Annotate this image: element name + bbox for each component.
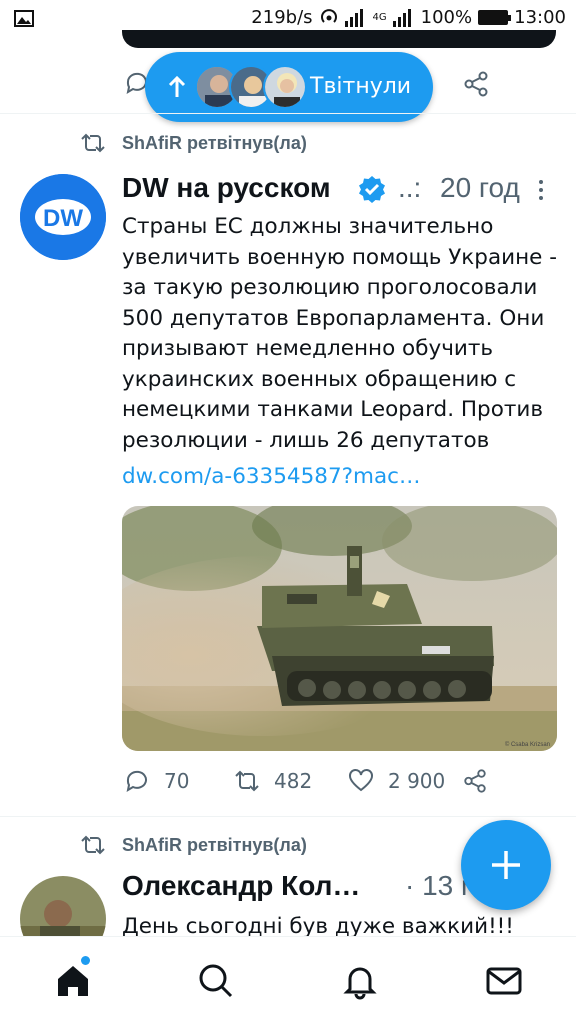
media-credit: © Csaba Krizsan	[505, 741, 550, 748]
author-name[interactable]: DW на русском	[122, 172, 331, 204]
verified-badge-icon	[359, 176, 385, 203]
home-unread-dot	[81, 956, 90, 965]
retweet-context-label[interactable]: ShAfiR ретвітнув(ла)	[122, 835, 307, 856]
tweet-text: День сьогодні був дуже важкий!!!	[122, 914, 514, 936]
image-notification-icon	[14, 10, 34, 27]
bottom-nav	[0, 936, 576, 1024]
tweet-text-line: увеличить военную помощь Украине -	[122, 244, 557, 270]
tweet-text-line: за такую резолюцию проголосовали	[122, 275, 538, 300]
network-speed: 219b/s	[251, 7, 313, 28]
hotspot-icon	[320, 8, 337, 23]
tweet-text-line: немецкими танками Leopard. Против	[122, 397, 544, 422]
dw-logo-icon: DW	[20, 174, 106, 260]
tweet-text-line: 500 депутатов Европарламента. Они	[122, 305, 545, 331]
divider	[0, 816, 576, 817]
tweet-text-line: украинских военных обращению с	[122, 366, 517, 392]
divider	[0, 113, 576, 114]
tweet-header: DW на русском ..: 20 год	[122, 172, 562, 208]
retweet-icon	[81, 835, 105, 855]
search-icon[interactable]	[196, 961, 236, 1001]
new-tweets-label: Твітнули	[310, 74, 412, 99]
plus-icon	[492, 851, 520, 879]
retweet-icon	[81, 133, 105, 153]
svg-text:DW: DW	[43, 205, 83, 232]
retweet-count: 482	[274, 769, 313, 793]
author-handle: ..:	[398, 172, 422, 203]
arrow-up-icon	[168, 75, 186, 97]
reply-icon	[126, 770, 147, 793]
share-icon[interactable]	[462, 70, 490, 98]
tweet-time[interactable]: 20 год	[440, 172, 520, 204]
signal2-icon	[392, 8, 411, 27]
signal-icon	[344, 8, 363, 27]
heart-icon	[349, 769, 373, 792]
notifications-icon[interactable]	[340, 961, 380, 1001]
pill-avatars	[195, 65, 307, 109]
author-name[interactable]: Олександр Кол…	[122, 870, 360, 902]
clock: 13:00	[514, 7, 566, 28]
compose-tweet-button[interactable]	[461, 820, 551, 910]
home-icon[interactable]	[53, 961, 93, 1001]
tweet-text-line: призывают немедленно обучить	[122, 336, 494, 361]
retweet-context: ShAfiR ретвітнув(ла)	[80, 834, 307, 856]
battery-percent: 100%	[420, 7, 473, 28]
retweet-context-label[interactable]: ShAfiR ретвітнув(ла)	[122, 133, 307, 154]
tweet-actions: 70 482 2 900	[122, 768, 562, 800]
status-right: 219b/s 4G 100% 13:00	[251, 7, 566, 28]
tweet-link[interactable]: dw.com/a-63354587?mac…	[122, 464, 420, 489]
more-options-icon[interactable]	[536, 178, 546, 202]
previous-media-edge	[122, 30, 556, 48]
network-type: 4G	[372, 12, 387, 23]
tweet-text-line: Страны ЕС должны значительно	[122, 214, 494, 239]
reply-button[interactable]: 70	[124, 768, 189, 794]
retweet-context: ShAfiR ретвітнув(ла)	[80, 132, 307, 154]
tweet-text: Страны ЕС должны значительно увеличить в…	[122, 212, 562, 456]
new-tweets-pill[interactable]: Твітнули	[145, 52, 433, 122]
share-icon	[464, 769, 486, 793]
like-count: 2 900	[388, 769, 446, 793]
battery-icon	[478, 10, 512, 25]
tank-photo: © Csaba Krizsan	[122, 506, 557, 751]
like-button[interactable]: 2 900	[348, 768, 445, 794]
reply-count: 70	[164, 769, 190, 793]
tweet-text-line: резолюции - лишь 26 депутатов	[122, 427, 490, 453]
tweet-media-image[interactable]: © Csaba Krizsan	[122, 506, 557, 751]
avatar	[263, 65, 307, 109]
avatar[interactable]: DW	[20, 174, 106, 260]
retweet-icon	[235, 770, 259, 792]
share-button[interactable]	[462, 768, 488, 794]
retweet-button[interactable]: 482	[234, 768, 312, 794]
messages-icon[interactable]	[484, 961, 524, 1001]
